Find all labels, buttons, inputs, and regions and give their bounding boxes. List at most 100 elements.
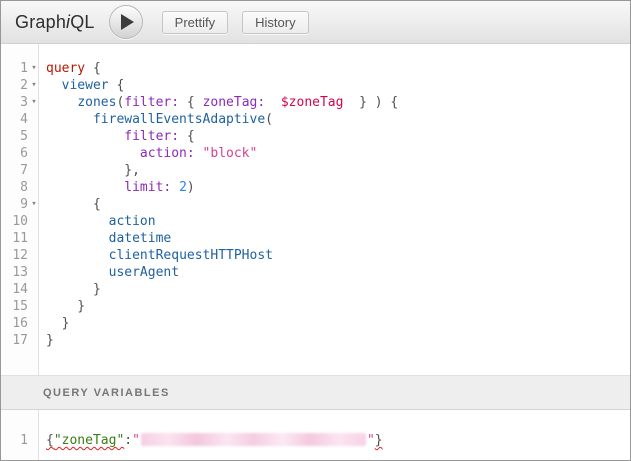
gutter-cell: 1 — [1, 432, 40, 449]
token: } — [46, 299, 85, 314]
gutter-cell: 1▾ — [1, 60, 40, 77]
token: filter: — [124, 95, 179, 110]
token: }, — [46, 163, 140, 178]
token — [46, 95, 77, 110]
fold-toggle-chevron-down-icon[interactable]: ▾ — [28, 196, 40, 213]
token — [46, 248, 109, 263]
code-line: 15 } — [1, 298, 630, 315]
gutter-cell: 6 — [1, 145, 40, 162]
prettify-button[interactable]: Prettify — [162, 11, 228, 34]
gutter-cell: 13 — [1, 264, 40, 281]
token — [46, 180, 124, 195]
token: ) — [187, 180, 195, 195]
code-line-text: limit: 2) — [40, 179, 195, 196]
token — [46, 214, 109, 229]
line-number: 4 — [1, 111, 28, 128]
code-line: 6 action: "block" — [1, 145, 630, 162]
fold-gutter-spacer — [28, 281, 40, 298]
token: { — [179, 95, 202, 110]
code-line: 3▾ zones(filter: { zoneTag: $zoneTag } )… — [1, 94, 630, 111]
variables-code: 1{"zoneTag":""} — [1, 410, 630, 449]
gutter-cell: 7 — [1, 162, 40, 179]
gutter-cell: 11 — [1, 230, 40, 247]
fold-gutter-spacer — [28, 247, 40, 264]
token: ( — [265, 112, 273, 127]
line-number: 3 — [1, 94, 28, 111]
token: viewer — [62, 78, 109, 93]
fold-gutter-spacer — [28, 332, 40, 349]
line-number: 1 — [1, 432, 28, 449]
gutter-cell: 12 — [1, 247, 40, 264]
fold-gutter-spacer — [28, 145, 40, 162]
token: : — [124, 433, 132, 448]
token: } ) { — [343, 95, 398, 110]
token — [46, 231, 109, 246]
code-line: 11 datetime — [1, 230, 630, 247]
token: { — [109, 78, 125, 93]
fold-toggle-chevron-down-icon[interactable]: ▾ — [28, 77, 40, 94]
fold-gutter-spacer — [28, 264, 40, 281]
code-line-text: } — [40, 298, 85, 315]
logo-text-ql: QL — [70, 12, 94, 32]
token — [46, 146, 140, 161]
code-line: 17} — [1, 332, 630, 349]
execute-query-button[interactable] — [109, 5, 143, 39]
token: } — [375, 433, 383, 448]
code-line-text: action — [40, 213, 156, 230]
token: { — [179, 129, 195, 144]
query-code: 1▾query {2▾ viewer {3▾ zones(filter: { z… — [1, 44, 630, 349]
code-line-text: userAgent — [40, 264, 179, 281]
code-line-text: datetime — [40, 230, 171, 247]
token: " — [367, 433, 375, 448]
fold-toggle-chevron-down-icon[interactable]: ▾ — [28, 60, 40, 77]
gutter-cell: 3▾ — [1, 94, 40, 111]
history-button[interactable]: History — [242, 11, 308, 34]
fold-gutter-spacer — [28, 432, 40, 449]
fold-gutter-spacer — [28, 230, 40, 247]
gutter-cell: 16 — [1, 315, 40, 332]
toolbar: GraphiQL Prettify History — [1, 1, 630, 44]
line-number: 10 — [1, 213, 28, 230]
code-line-text: action: "block" — [40, 145, 257, 162]
fold-toggle-chevron-down-icon[interactable]: ▾ — [28, 94, 40, 111]
line-number: 13 — [1, 264, 28, 281]
line-number: 6 — [1, 145, 28, 162]
code-line: 1{"zoneTag":""} — [1, 432, 630, 449]
code-line: 7 }, — [1, 162, 630, 179]
token: { — [46, 433, 54, 448]
fold-gutter-spacer — [28, 315, 40, 332]
token: datetime — [109, 231, 172, 246]
code-line-text: query { — [40, 60, 101, 77]
line-number: 8 — [1, 179, 28, 196]
fold-gutter-spacer — [28, 298, 40, 315]
token — [195, 146, 203, 161]
token: "zoneTag" — [54, 433, 124, 448]
query-editor[interactable]: 1▾query {2▾ viewer {3▾ zones(filter: { z… — [1, 44, 630, 375]
code-line: 13 userAgent — [1, 264, 630, 281]
gutter-cell: 5 — [1, 128, 40, 145]
token: firewallEventsAdaptive — [93, 112, 265, 127]
gutter-cell: 14 — [1, 281, 40, 298]
line-number: 16 — [1, 315, 28, 332]
token: "block" — [203, 146, 258, 161]
query-variables-header[interactable]: QUERY VARIABLES — [1, 375, 630, 410]
gutter-cell: 4 — [1, 111, 40, 128]
play-icon — [121, 14, 134, 30]
line-number: 1 — [1, 60, 28, 77]
query-variables-title: QUERY VARIABLES — [43, 387, 170, 399]
code-line: 16 } — [1, 315, 630, 332]
fold-gutter-spacer — [28, 111, 40, 128]
token: query — [46, 61, 85, 76]
token: userAgent — [109, 265, 179, 280]
token: zoneTag: — [203, 95, 266, 110]
variables-editor[interactable]: 1{"zoneTag":""} — [1, 410, 630, 460]
token: } — [46, 316, 69, 331]
code-line-text: { — [40, 196, 101, 213]
gutter-cell: 10 — [1, 213, 40, 230]
token: clientRequestHTTPHost — [109, 248, 273, 263]
code-line: 9▾ { — [1, 196, 630, 213]
gutter-cell: 17 — [1, 332, 40, 349]
line-number: 5 — [1, 128, 28, 145]
code-line: 12 clientRequestHTTPHost — [1, 247, 630, 264]
code-line: 1▾query { — [1, 60, 630, 77]
